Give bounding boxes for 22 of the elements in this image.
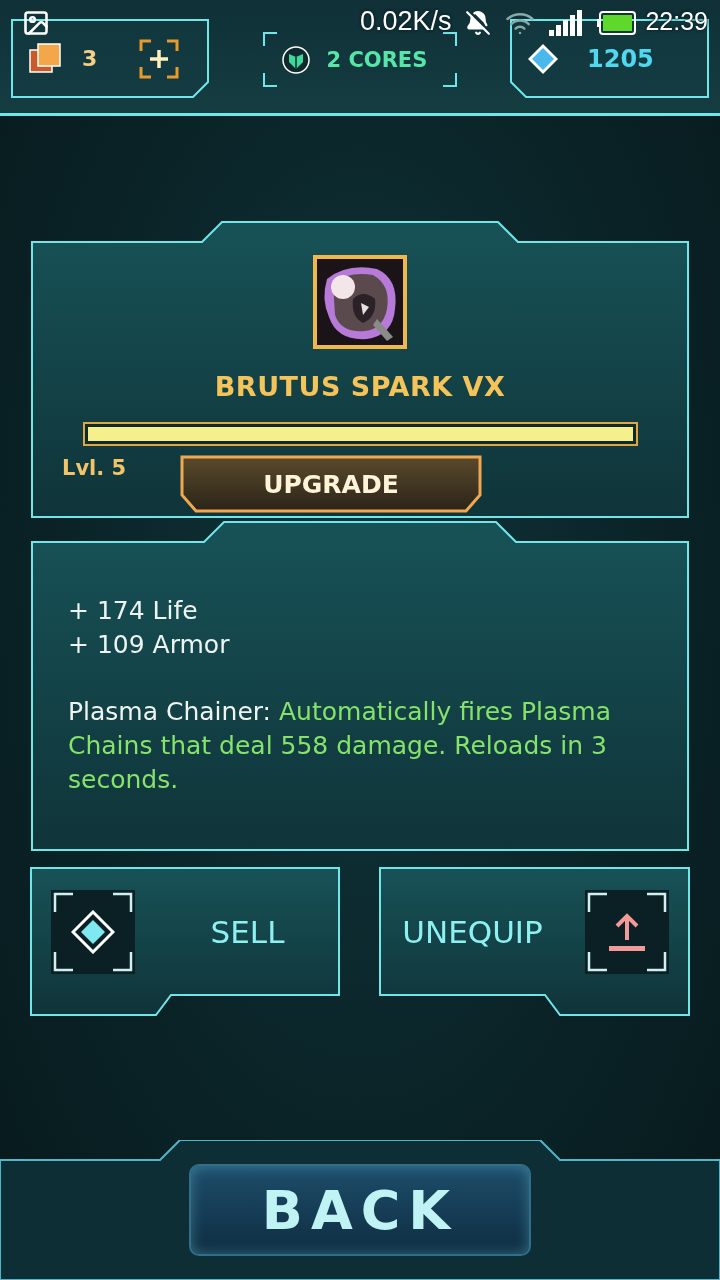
cards-icon bbox=[28, 41, 62, 76]
upgrade-button[interactable]: UPGRADE bbox=[182, 457, 480, 511]
bell-off-icon bbox=[465, 10, 492, 36]
diamond-icon bbox=[71, 909, 115, 954]
cards-count: 3 bbox=[82, 46, 98, 71]
back-button[interactable]: BACK bbox=[189, 1164, 531, 1256]
network-speed: 0.02K/s bbox=[359, 5, 452, 37]
battery-icon bbox=[597, 11, 638, 35]
sell-button[interactable]: SELL bbox=[31, 868, 340, 1015]
image-notification-icon bbox=[22, 9, 50, 37]
level-label: Lvl. 5 bbox=[62, 456, 128, 480]
cores-count: 2 CORES bbox=[326, 47, 428, 72]
add-icon[interactable] bbox=[139, 38, 180, 79]
item-name: BRUTUS SPARK VX bbox=[214, 371, 506, 402]
stat-bonus: + 174 Life bbox=[68, 595, 199, 627]
gems-count: 1205 bbox=[587, 44, 654, 73]
ability-description: Plasma Chainer: Automatically fires Plasma Chains that deal 558 damage. Reloads in 3 seconds. bbox=[68, 696, 613, 796]
stat-bonus: + 109 Armor bbox=[68, 629, 231, 661]
unequip-button[interactable]: UNEQUIP bbox=[380, 868, 689, 1015]
signal-icon bbox=[549, 10, 584, 36]
core-icon bbox=[280, 44, 311, 75]
gem-icon bbox=[527, 42, 559, 75]
